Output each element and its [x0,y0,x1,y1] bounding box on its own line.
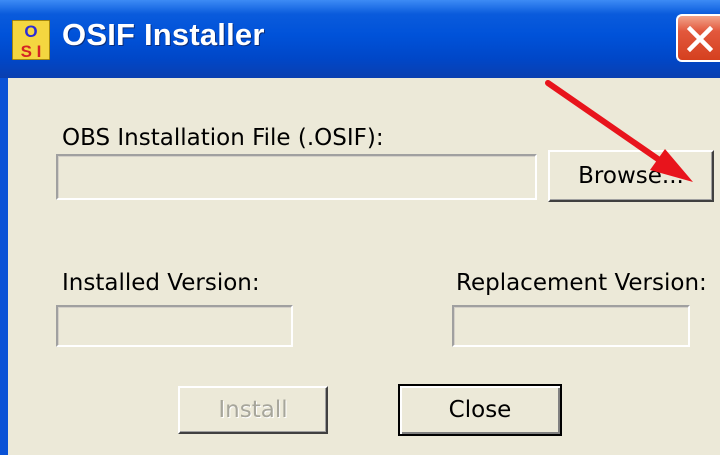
red-arrow-annotation [545,80,693,182]
osif-installer-window: O S I OSIF Installer OBS Installation Fi… [0,0,720,455]
